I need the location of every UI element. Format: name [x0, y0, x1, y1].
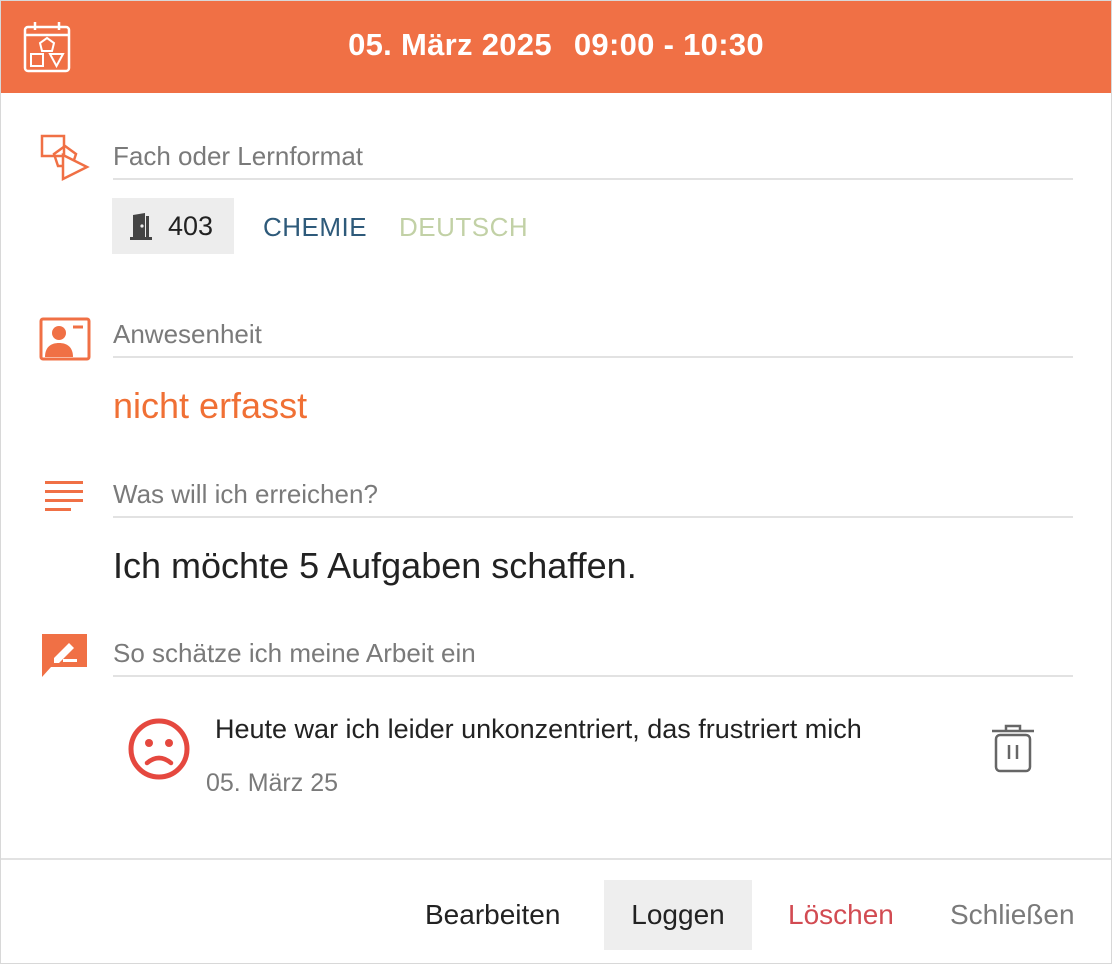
goal-text: Ich möchte 5 Aufgaben schaffen.	[113, 545, 637, 586]
close-button[interactable]: Schließen	[926, 880, 1099, 950]
presentation-person-icon	[39, 317, 91, 361]
door-icon	[130, 213, 152, 240]
assessment-date: 05. März 25	[206, 769, 339, 797]
dialog-footer: Bearbeiten Loggen Löschen Schließen	[1, 858, 1111, 963]
shapes-icon	[40, 134, 90, 182]
goal-section-label: Was will ich erreichen?	[113, 479, 1073, 518]
edit-button[interactable]: Bearbeiten	[401, 880, 584, 950]
sad-face-icon	[128, 718, 190, 780]
delete-button[interactable]: Löschen	[764, 880, 918, 950]
subject-deutsch[interactable]: DEUTSCH	[399, 212, 528, 243]
assessment-text: Heute war ich leider unkonzentriert, das…	[215, 714, 862, 744]
dialog-title: 05. März 2025 09:00 - 10:30	[1, 27, 1111, 63]
attendance-section-label: Anwesenheit	[113, 319, 1073, 358]
text-lines-icon	[45, 481, 83, 511]
trash-icon[interactable]	[991, 723, 1035, 775]
assessment-section-label: So schätze ich meine Arbeit ein	[113, 638, 1073, 677]
dialog-header: 05. März 2025 09:00 - 10:30	[1, 1, 1111, 93]
lesson-date: 05. März 2025	[348, 27, 552, 62]
room-chip: 403	[112, 198, 234, 254]
room-number: 403	[168, 210, 214, 241]
subject-chemie[interactable]: CHEMIE	[263, 212, 367, 243]
subject-section-label: Fach oder Lernformat	[113, 141, 1073, 180]
comment-edit-icon	[42, 634, 87, 677]
attendance-status: nicht erfasst	[113, 385, 308, 426]
lesson-time: 09:00 - 10:30	[573, 27, 764, 62]
log-button[interactable]: Loggen	[604, 880, 752, 950]
lesson-detail-dialog: 05. März 2025 09:00 - 10:30 Fach oder Ler…	[0, 0, 1112, 964]
